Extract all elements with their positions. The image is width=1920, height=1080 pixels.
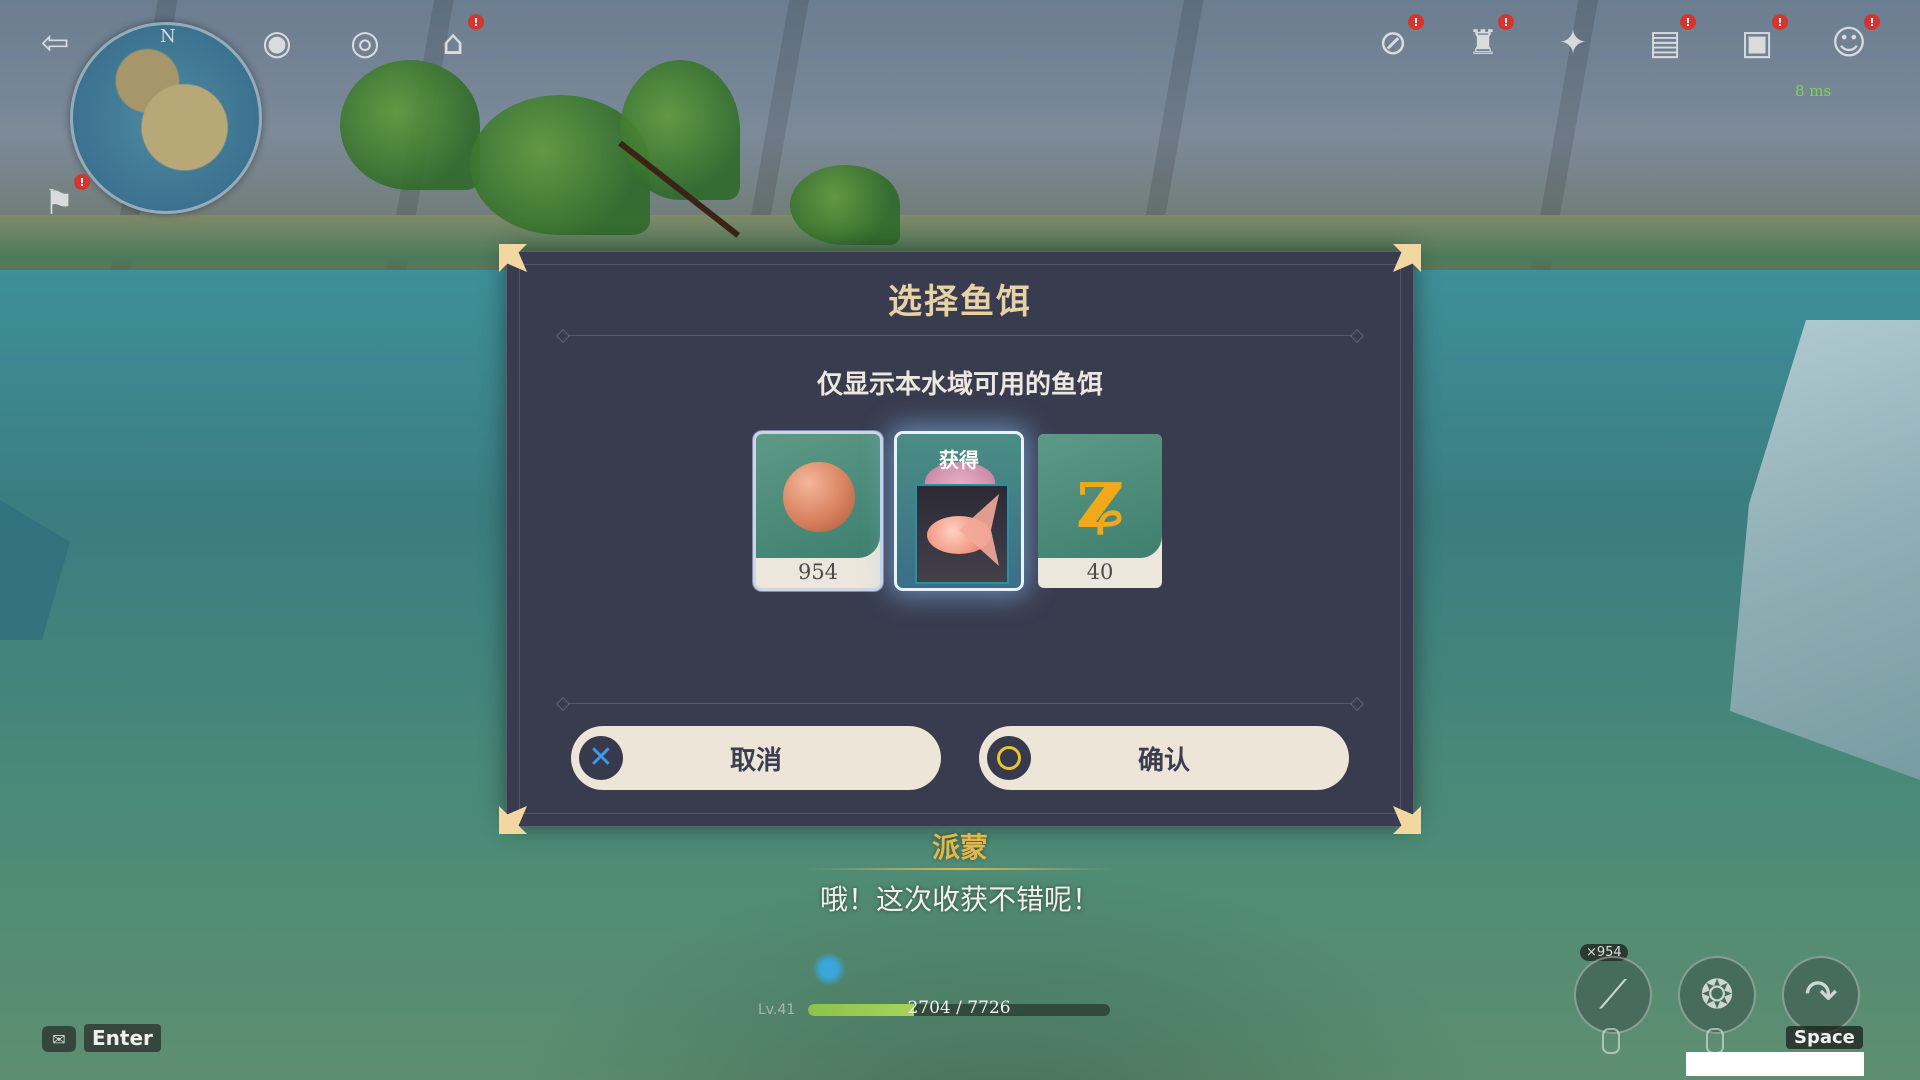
mouse-left-icon [1602, 1028, 1620, 1054]
fruit-paste-bait-icon [783, 462, 855, 532]
minimap[interactable] [70, 22, 262, 214]
bait-count: 40 [1086, 560, 1114, 584]
notification-badge: ! [1680, 14, 1696, 30]
corner-ornament [499, 244, 527, 272]
notification-badge: ! [468, 14, 484, 30]
fishing-rod-skill-icon[interactable]: ⟋ [1574, 956, 1652, 1034]
jump-space-key[interactable]: Space [1786, 1026, 1863, 1049]
inventory-icon[interactable]: ▣! [1734, 14, 1788, 66]
ping-indicator: 8 ms [1795, 82, 1832, 100]
fish-fin-icon [959, 494, 999, 566]
dialog-title: 选择鱼饵 [888, 282, 1032, 322]
element-swirl-icon [812, 952, 846, 986]
mouse-right-icon [1706, 1028, 1724, 1054]
speaker-name: 派蒙 [931, 831, 988, 864]
exit-icon[interactable]: ⇦ [32, 20, 78, 66]
speaker-divider [805, 868, 1115, 870]
paimon-menu-icon[interactable]: ☺! [1826, 14, 1880, 66]
bait-art [756, 434, 880, 558]
quest-marker-icon[interactable]: ⚑! [36, 174, 90, 226]
confirm-circle-icon [987, 736, 1031, 780]
minimap-north-label: N [160, 26, 176, 47]
notification-badge: ! [1772, 14, 1788, 30]
plant [620, 60, 740, 200]
cancel-button[interactable]: ✕ 取消 [571, 726, 941, 790]
bait-selection-dialog: 选择鱼饵 仅显示本水域可用的鱼饵 954 获得 ʑ 40 ✕ 取消 确认 [499, 244, 1413, 826]
fish-card-icon [915, 484, 1009, 584]
eye-icon[interactable]: ◉ [254, 20, 300, 66]
divider [562, 703, 1358, 704]
redacted-area [1686, 1052, 1864, 1076]
xp-text: 2704 / 7726 [907, 998, 1011, 1018]
notification-badge: ! [74, 174, 90, 190]
cancel-x-icon: ✕ [579, 736, 623, 780]
bait-art: ʑ [1038, 434, 1162, 558]
handbook-icon[interactable]: ▤! [1642, 14, 1696, 66]
bait-slot-fruit-paste[interactable]: 954 [756, 434, 880, 588]
quest-icon[interactable]: ⌂! [430, 14, 484, 66]
bait-slot-worm[interactable]: ʑ 40 [1038, 434, 1162, 588]
compass-icon[interactable]: ⊘! [1370, 14, 1424, 66]
star-icon[interactable]: ✦ [1550, 20, 1596, 66]
dialog-subtitle: 仅显示本水域可用的鱼饵 [816, 370, 1103, 400]
level-label: Lv.41 [758, 1002, 796, 1018]
wish-icon[interactable]: ◎ [342, 20, 388, 66]
plant [340, 60, 480, 190]
chat-enter-key[interactable]: Enter [84, 1024, 161, 1052]
battle-pass-icon[interactable]: ♜! [1460, 14, 1514, 66]
obtain-label: 获得 [939, 448, 979, 472]
confirm-label: 确认 [1137, 745, 1190, 776]
cancel-label: 取消 [729, 745, 782, 776]
jump-icon[interactable]: ↷ [1782, 956, 1860, 1034]
notification-badge: ! [1498, 14, 1514, 30]
elemental-skill-icon[interactable]: ❂ [1678, 956, 1756, 1034]
bait-count: 954 [797, 560, 839, 584]
notification-badge: ! [1408, 14, 1424, 30]
bait-slot-obtain[interactable]: 获得 [897, 434, 1021, 588]
worm-bait-icon: ʑ [1075, 447, 1125, 548]
dialogue-line: 哦！这次收获不错呢！ [819, 883, 1100, 916]
notification-badge: ! [1864, 14, 1880, 30]
divider [562, 335, 1358, 336]
chat-icon[interactable]: ✉ [42, 1026, 76, 1052]
confirm-button[interactable]: 确认 [979, 726, 1349, 790]
plant [790, 165, 900, 245]
